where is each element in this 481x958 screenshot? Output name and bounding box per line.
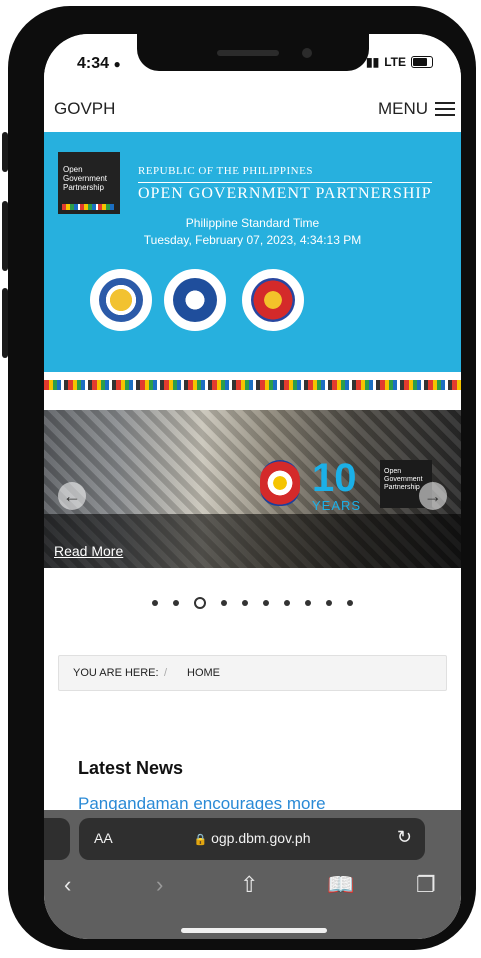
carousel-dot[interactable]: [326, 600, 332, 606]
screen: 4:34 ● ▮▮ LTE GOVPH MENU Open Government…: [44, 34, 461, 939]
user-icon: ●: [113, 57, 121, 71]
transparency-seal-icon: [99, 278, 143, 322]
pst-label: Philippine Standard Time: [185, 216, 320, 230]
network-label: LTE: [384, 55, 406, 69]
forward-arrow-icon[interactable]: ›: [156, 872, 163, 898]
url-text: 🔒 ogp.dbm.gov.ph: [79, 830, 425, 846]
hamburger-icon: [435, 102, 455, 116]
back-arrow-icon[interactable]: ‹: [64, 872, 71, 898]
dbm-seal-icon: [251, 278, 295, 322]
banner-caption-overlay: [44, 514, 461, 568]
pst-time: Tuesday, February 07, 2023, 4:34:13 PM: [143, 233, 362, 247]
carousel-dot[interactable]: [152, 600, 158, 606]
camera: [302, 48, 312, 58]
foi-seal-icon: [173, 278, 217, 322]
carousel-dot[interactable]: [221, 600, 227, 606]
carousel-dot[interactable]: [263, 600, 269, 606]
browser-toolbar: AA 🔒 ogp.dbm.gov.ph ↻ ‹ › ⇧ 📖 ❐: [44, 810, 461, 939]
notch: [137, 34, 369, 71]
menu-label: MENU: [377, 99, 428, 118]
url-label: ogp.dbm.gov.ph: [211, 830, 311, 846]
browser-nav-icons: ‹ › ⇧ 📖 ❐: [44, 872, 461, 902]
carousel-dot[interactable]: [194, 597, 206, 609]
carousel-prev-arrow-icon[interactable]: ←: [58, 482, 86, 510]
carousel-dot[interactable]: [347, 600, 353, 606]
ogp-logo[interactable]: Open Government Partnership: [58, 152, 120, 214]
home-indicator: [181, 928, 327, 933]
breadcrumb: YOU ARE HERE: / HOME: [58, 655, 447, 691]
breadcrumb-label: YOU ARE HERE:: [73, 667, 159, 679]
ogp-logo-stripe: [62, 204, 114, 210]
previous-tab-bar[interactable]: [44, 818, 70, 860]
volume-up-button: [2, 201, 8, 271]
carousel-next-arrow-icon[interactable]: →: [419, 482, 447, 510]
speaker: [217, 50, 279, 56]
color-stripe-divider: [44, 380, 461, 390]
reload-icon[interactable]: ↻: [397, 827, 412, 848]
tabs-icon[interactable]: ❐: [416, 872, 436, 898]
latest-news-heading: Latest News: [78, 758, 184, 778]
dbm-seal[interactable]: [242, 269, 304, 331]
hero-header: Open Government Partnership REPUBLIC OF …: [44, 132, 461, 372]
signal-icon: ▮▮: [366, 55, 380, 69]
clock: 4:34: [77, 55, 110, 72]
share-icon[interactable]: ⇧: [240, 872, 258, 898]
read-more-link[interactable]: Read More: [54, 543, 123, 559]
phone-frame: 4:34 ● ▮▮ LTE GOVPH MENU Open Government…: [2, 6, 476, 950]
carousel-banner[interactable]: 10 YEARS Open Government Partnership ← →…: [44, 410, 461, 568]
breadcrumb-separator: /: [164, 667, 168, 679]
breadcrumb-home[interactable]: HOME: [187, 667, 220, 679]
ogp-logo-text: Open Government Partnership: [63, 165, 108, 192]
carousel-dot[interactable]: [305, 600, 311, 606]
address-bar[interactable]: AA 🔒 ogp.dbm.gov.ph ↻: [79, 818, 425, 860]
site-header: GOVPH MENU: [44, 90, 461, 132]
status-time: 4:34 ●: [77, 55, 121, 73]
site-title: OPEN GOVERNMENT PARTNERSHIP: [138, 182, 432, 203]
ten-years-number: 10: [312, 456, 357, 500]
transparency-seal[interactable]: [90, 269, 152, 331]
carousel-dots: [44, 597, 461, 609]
battery-icon: [411, 56, 433, 68]
side-button: [2, 132, 8, 172]
menu-button[interactable]: MENU: [378, 99, 455, 119]
bookmarks-icon[interactable]: 📖: [327, 872, 354, 898]
lock-icon: 🔒: [193, 834, 208, 846]
ten-years-label: YEARS: [312, 498, 362, 513]
ph-seal-icon: [260, 460, 300, 506]
foi-seal[interactable]: [164, 269, 226, 331]
status-right: ▮▮ LTE: [366, 55, 433, 69]
carousel-dot[interactable]: [284, 600, 290, 606]
carousel-dot[interactable]: [173, 600, 179, 606]
republic-label: REPUBLIC OF THE PHILIPPINES: [138, 165, 313, 177]
govph-link[interactable]: GOVPH: [54, 99, 115, 119]
volume-down-button: [2, 288, 8, 358]
carousel-dot[interactable]: [242, 600, 248, 606]
